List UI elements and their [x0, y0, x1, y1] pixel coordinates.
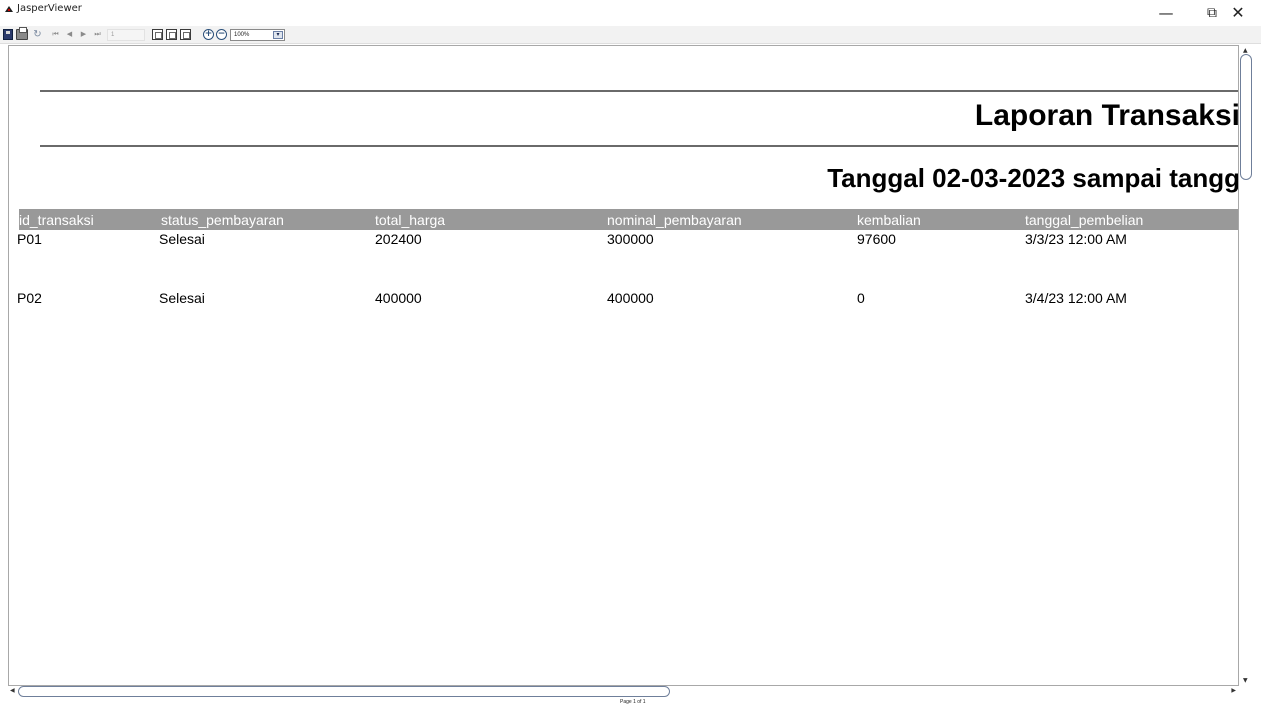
zoom-out-icon[interactable]: −: [216, 29, 227, 40]
scroll-right-icon[interactable]: ▶: [1231, 687, 1236, 694]
close-button[interactable]: ✕: [1215, 2, 1261, 24]
column-header: tanggal_pembelian: [1025, 212, 1144, 228]
status-bar: Page 1 of 1: [0, 697, 1261, 707]
cell-kembalian: 0: [857, 290, 865, 306]
first-page-icon[interactable]: ⏮: [51, 29, 60, 40]
cell-tanggal-pembelian: 3/3/23 12:00 AM: [1025, 231, 1127, 247]
jasper-app-icon: [5, 6, 13, 12]
next-page-icon[interactable]: ▶: [79, 29, 88, 40]
zoom-in-icon[interactable]: +: [203, 29, 214, 40]
cell-id-transaksi: P01: [17, 231, 42, 247]
page-status: Page 1 of 1: [620, 699, 646, 705]
scroll-up-icon[interactable]: ▲: [1243, 47, 1248, 54]
minimize-button[interactable]: —: [1143, 2, 1189, 24]
vertical-scroll-thumb[interactable]: [1240, 54, 1252, 180]
cell-id-transaksi: P02: [17, 290, 42, 306]
cell-status-pembayaran: Selesai: [159, 290, 205, 306]
title-bottom-divider: [40, 145, 1238, 147]
cell-status-pembayaran: Selesai: [159, 231, 205, 247]
cell-nominal-pembayaran: 400000: [607, 290, 654, 306]
cell-nominal-pembayaran: 300000: [607, 231, 654, 247]
window-titlebar: JasperViewer — ⧉ ✕: [0, 0, 1261, 26]
report-title: Laporan Transaksi: [974, 99, 1239, 132]
report-page: Laporan Transaksi Tanggal 02-03-2023 sam…: [9, 46, 1239, 685]
fit-width-icon[interactable]: [180, 29, 191, 40]
column-header: status_pembayaran: [161, 212, 284, 228]
cell-tanggal-pembelian: 3/4/23 12:00 AM: [1025, 290, 1127, 306]
save-icon[interactable]: [3, 29, 13, 40]
cell-kembalian: 97600: [857, 231, 896, 247]
scroll-down-icon[interactable]: ▼: [1243, 677, 1248, 684]
column-header: kembalian: [857, 212, 921, 228]
previous-page-icon[interactable]: ◀: [65, 29, 74, 40]
zoom-select[interactable]: 100% ▾: [230, 29, 285, 41]
column-header: id_transaksi: [19, 212, 94, 228]
page-number-input[interactable]: 1: [107, 29, 145, 41]
reload-icon[interactable]: ↻: [32, 29, 43, 40]
horizontal-scroll-thumb[interactable]: [18, 686, 670, 697]
horizontal-scrollbar[interactable]: ◀ ▶: [8, 686, 1240, 697]
chevron-down-icon[interactable]: ▾: [273, 31, 283, 39]
zoom-value: 100%: [234, 32, 250, 38]
cell-total-harga: 202400: [375, 231, 422, 247]
column-header: total_harga: [375, 212, 446, 228]
scroll-left-icon[interactable]: ◀: [10, 687, 15, 694]
window-title: JasperViewer: [17, 3, 82, 14]
fit-page-icon[interactable]: [166, 29, 177, 40]
cell-total-harga: 400000: [375, 290, 422, 306]
column-header-band: id_transaksi status_pembayaran total_har…: [19, 209, 1238, 230]
viewer-toolbar: ↻ ⏮ ◀ ▶ ⏭ 1 + − 100% ▾: [0, 26, 1261, 44]
print-icon[interactable]: [16, 27, 28, 40]
report-date-range: Tanggal 02-03-2023 sampai tangg: [827, 163, 1239, 193]
vertical-scrollbar[interactable]: ▲ ▼: [1240, 45, 1252, 686]
column-header: nominal_pembayaran: [607, 212, 742, 228]
last-page-icon[interactable]: ⏭: [93, 29, 102, 40]
title-top-divider: [40, 90, 1238, 92]
actual-size-icon[interactable]: [152, 29, 163, 40]
report-viewport: Laporan Transaksi Tanggal 02-03-2023 sam…: [8, 45, 1239, 686]
